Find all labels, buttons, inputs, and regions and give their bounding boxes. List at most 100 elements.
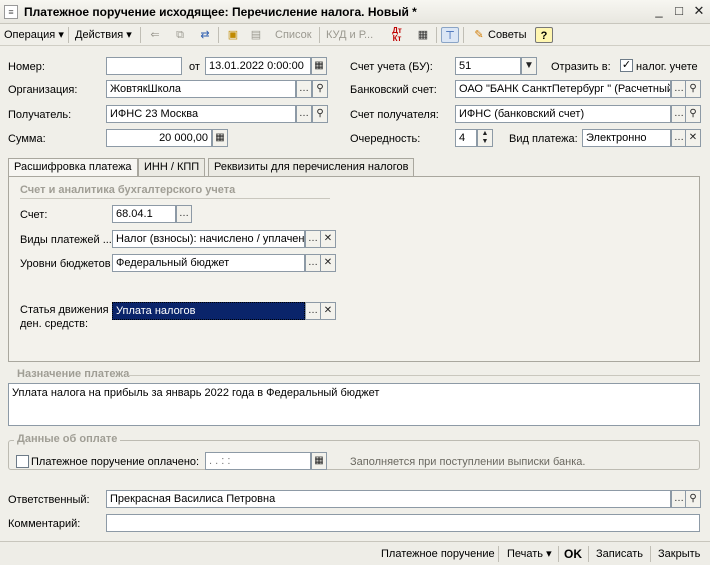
- calculator-icon[interactable]: ▦: [212, 129, 228, 147]
- window-title: Платежное поручение исходящее: Перечисле…: [24, 5, 417, 19]
- tax-accounting-label: налог. учете: [636, 61, 698, 73]
- clear-icon[interactable]: ✕: [320, 302, 336, 320]
- search-icon[interactable]: ⚲: [312, 105, 328, 123]
- bank-account-input[interactable]: ОАО "БАНК СанктПетербург " (Расчетный): [455, 80, 671, 98]
- priority-input[interactable]: 4: [455, 129, 477, 147]
- responsible-label: Ответственный:: [8, 494, 90, 506]
- cashflow-input[interactable]: Уплата налогов: [112, 302, 305, 320]
- unpost-icon[interactable]: ▤: [247, 27, 265, 43]
- purpose-title: Назначение платежа: [17, 368, 130, 380]
- number-label: Номер:: [8, 61, 45, 73]
- tab-payment-decoding[interactable]: Расшифровка платежа: [8, 158, 138, 177]
- select-button[interactable]: …: [176, 205, 192, 223]
- comment-label: Комментарий:: [8, 518, 81, 530]
- separator: [588, 546, 589, 562]
- paid-date-input[interactable]: . . : :: [205, 452, 311, 470]
- actions-menu[interactable]: Действия ▾: [75, 27, 132, 43]
- toolbar-separator: [319, 27, 320, 43]
- group-divider: [20, 198, 330, 199]
- decoding-account-label: Счет:: [20, 209, 48, 221]
- payment-kinds-label: Виды платежей ...: [20, 234, 112, 246]
- copy-icon[interactable]: ⧉: [171, 27, 189, 43]
- post-document-icon[interactable]: ▣: [224, 27, 242, 43]
- payment-kinds-input[interactable]: Налог (взносы): начислено / уплачено: [112, 230, 305, 248]
- clear-icon[interactable]: ✕: [320, 230, 336, 248]
- advice-icon[interactable]: ✎: [470, 27, 488, 43]
- list-button[interactable]: Список: [275, 27, 312, 43]
- toolbar-separator: [68, 27, 69, 43]
- move-icon[interactable]: ⇐: [146, 27, 164, 43]
- number-input[interactable]: [106, 57, 182, 75]
- print-menu[interactable]: Печать ▾: [507, 547, 552, 561]
- paid-hint: Заполняется при поступлении выписки банк…: [350, 456, 586, 468]
- refresh-icon[interactable]: ⇄: [196, 27, 214, 43]
- report-icon[interactable]: ▦: [414, 27, 432, 43]
- recipient-label: Получатель:: [8, 109, 72, 121]
- toolbar: Операция ▾ Действия ▾ ⇐ ⧉ ⇄ ▣ ▤ Список К…: [0, 24, 710, 46]
- calendar-icon[interactable]: ▦: [311, 57, 327, 75]
- tax-accounting-checkbox[interactable]: ✓: [620, 59, 633, 72]
- search-icon[interactable]: ⚲: [685, 80, 701, 98]
- toolbar-separator: [436, 27, 437, 43]
- cashflow-label-2: ден. средств:: [20, 318, 89, 330]
- comment-input[interactable]: [106, 514, 700, 532]
- sum-label: Сумма:: [8, 133, 46, 145]
- chevron-down-icon[interactable]: ▼: [521, 57, 537, 75]
- maximize-button[interactable]: □: [672, 4, 686, 18]
- window-titlebar: ≡ Платежное поручение исходящее: Перечис…: [0, 0, 710, 24]
- clear-icon[interactable]: ✕: [320, 254, 336, 272]
- toolbar-separator: [463, 27, 464, 43]
- help-icon[interactable]: ?: [535, 27, 553, 43]
- close-window-button[interactable]: ✕: [692, 4, 706, 18]
- tab-tax-requisites[interactable]: Реквизиты для перечисления налогов: [208, 158, 415, 176]
- select-button[interactable]: …: [296, 80, 312, 98]
- search-icon[interactable]: ⚲: [685, 105, 701, 123]
- select-button[interactable]: …: [305, 230, 321, 248]
- payment-type-label: Вид платежа:: [509, 133, 578, 145]
- recipient-input[interactable]: ИФНС 23 Москва: [106, 105, 296, 123]
- account-bu-label: Счет учета (БУ):: [350, 61, 433, 73]
- separator: [650, 546, 651, 562]
- reflect-label: Отразить в:: [551, 61, 611, 73]
- budget-levels-label: Уровни бюджетов: [20, 258, 111, 270]
- priority-stepper[interactable]: ▲ ▼: [477, 129, 493, 147]
- ok-button[interactable]: OK: [564, 547, 582, 561]
- purpose-textarea[interactable]: Уплата налога на прибыль за январь 2022 …: [8, 383, 700, 426]
- date-input[interactable]: 13.01.2022 0:00:00: [205, 57, 311, 75]
- payment-order-button[interactable]: Платежное поручение: [381, 547, 495, 561]
- recipient-account-label: Счет получателя:: [350, 109, 439, 121]
- payment-data-title: Данные об оплате: [14, 433, 121, 445]
- select-button[interactable]: …: [296, 105, 312, 123]
- select-button[interactable]: …: [305, 254, 321, 272]
- tab-inn-kpp[interactable]: ИНН / КПП: [138, 158, 206, 176]
- search-icon[interactable]: ⚲: [685, 490, 701, 508]
- calendar-icon[interactable]: ▦: [311, 452, 327, 470]
- org-input[interactable]: ЖовтякШкола: [106, 80, 296, 98]
- toolbar-separator: [218, 27, 219, 43]
- toolbar-separator: [140, 27, 141, 43]
- bottom-bar: Платежное поручение Печать ▾ OK Записать…: [0, 541, 710, 565]
- save-button[interactable]: Записать: [596, 547, 643, 561]
- recipient-account-input[interactable]: ИФНС (банковский счет): [455, 105, 671, 123]
- dt-kt-icon[interactable]: Дт Кт: [388, 27, 406, 43]
- decoding-account-input[interactable]: 68.04.1: [112, 205, 176, 223]
- clear-icon[interactable]: ✕: [685, 129, 701, 147]
- account-bu-select[interactable]: 51: [455, 57, 521, 75]
- operation-menu[interactable]: Операция ▾: [4, 27, 64, 43]
- sum-input[interactable]: 20 000,00: [106, 129, 212, 147]
- budget-levels-input[interactable]: Федеральный бюджет: [112, 254, 305, 272]
- separator: [498, 546, 499, 562]
- group-divider: [128, 375, 700, 376]
- kud-button[interactable]: КУД и Р...: [326, 27, 373, 43]
- paid-checkbox[interactable]: [16, 455, 29, 468]
- advice-button[interactable]: Советы: [488, 27, 526, 43]
- close-button[interactable]: Закрыть: [658, 547, 700, 561]
- accounting-group-title: Счет и аналитика бухгалтерского учета: [20, 184, 236, 196]
- search-icon[interactable]: ⚲: [312, 80, 328, 98]
- payment-type-input[interactable]: Электронно: [582, 129, 671, 147]
- minimize-button[interactable]: _: [652, 4, 666, 18]
- select-button[interactable]: …: [305, 302, 321, 320]
- responsible-input[interactable]: Прекрасная Василиса Петровна: [106, 490, 671, 508]
- structure-icon[interactable]: ⊤: [441, 27, 459, 43]
- separator: [558, 546, 559, 562]
